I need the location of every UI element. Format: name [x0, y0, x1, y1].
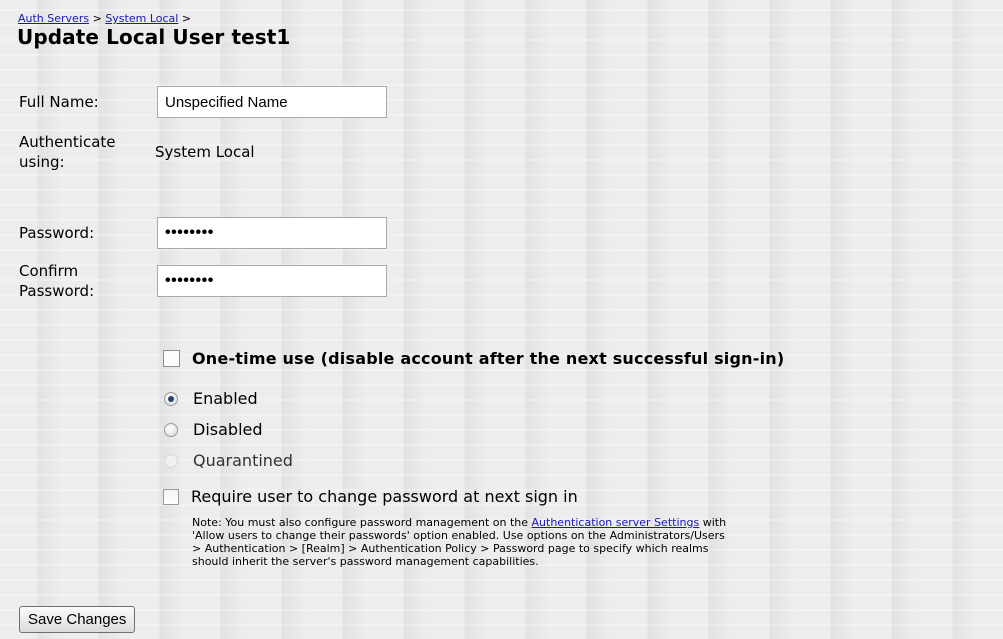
status-option-quarantined: Quarantined	[164, 451, 293, 470]
require-password-change-label: Require user to change password at next …	[191, 487, 578, 506]
enabled-label: Enabled	[193, 389, 258, 408]
confirm-password-label-line2: Password:	[19, 282, 95, 300]
require-password-change-option[interactable]: Require user to change password at next …	[163, 487, 578, 506]
save-changes-button[interactable]: Save Changes	[19, 606, 136, 633]
authenticate-label-line1: Authenticate	[19, 133, 116, 151]
one-time-use-label: One-time use (disable account after the …	[192, 349, 785, 368]
breadcrumb-separator: >	[89, 12, 106, 25]
breadcrumb-separator: >	[178, 12, 192, 25]
one-time-use-option[interactable]: One-time use (disable account after the …	[163, 349, 784, 368]
status-option-enabled[interactable]: Enabled	[164, 389, 258, 408]
note-line-1-prefix: Note: You must also configure password m…	[192, 516, 532, 529]
full-name-input[interactable]	[157, 86, 387, 118]
full-name-label: Full Name:	[19, 93, 99, 111]
page-title: Update Local User test1	[17, 25, 291, 49]
quarantined-radio	[164, 453, 178, 468]
note-line-1-suffix: with	[699, 516, 727, 529]
one-time-use-checkbox[interactable]	[163, 350, 180, 367]
password-management-note: Note: You must also configure password m…	[192, 516, 1003, 568]
password-label: Password:	[19, 224, 95, 242]
authentication-server-settings-link[interactable]: Authentication server Settings	[532, 516, 700, 529]
password-input[interactable]	[157, 217, 387, 249]
breadcrumb: Auth Servers > System Local >	[18, 12, 191, 25]
confirm-password-label: Confirm Password:	[19, 261, 159, 301]
authenticate-label: Authenticate using:	[19, 132, 159, 172]
note-line-2: 'Allow users to change their passwords' …	[192, 529, 725, 542]
quarantined-label: Quarantined	[193, 451, 293, 470]
authenticate-value: System Local	[155, 143, 255, 161]
note-line-1: Note: You must also configure password m…	[192, 516, 1003, 529]
note-line-4: should inherit the server's password man…	[192, 555, 539, 568]
confirm-password-label-line1: Confirm	[19, 262, 79, 280]
status-option-disabled[interactable]: Disabled	[164, 420, 263, 439]
require-password-change-checkbox[interactable]	[163, 488, 179, 505]
breadcrumb-auth-servers-link[interactable]: Auth Servers	[18, 12, 89, 25]
breadcrumb-system-local-link[interactable]: System Local	[105, 12, 178, 25]
disabled-label: Disabled	[193, 420, 263, 439]
enabled-radio[interactable]	[164, 391, 178, 406]
note-line-3: > Authentication > [Realm] > Authenticat…	[192, 542, 709, 555]
confirm-password-input[interactable]	[157, 265, 387, 297]
authenticate-label-line2: using:	[19, 153, 65, 171]
disabled-radio[interactable]	[164, 422, 178, 437]
